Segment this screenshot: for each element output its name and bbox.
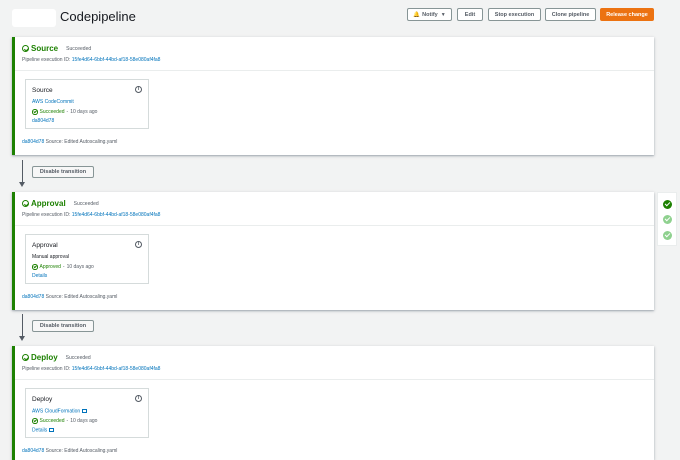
commit-message: Source: Edited Autoscaling.yaml	[45, 294, 118, 300]
action-status: Succeeded	[39, 109, 65, 115]
stage-name: Deploy	[31, 353, 58, 362]
arrow-down-icon	[19, 336, 25, 341]
check-circle-icon	[32, 109, 38, 115]
stage-status: Succeeded	[73, 200, 99, 207]
stop-execution-button[interactable]: Stop execution	[488, 8, 541, 21]
action-time: 10 days ago	[70, 418, 98, 424]
stage-deploy: Deploy Succeeded Pipeline execution ID: …	[12, 346, 654, 460]
stage-nav-deploy-icon[interactable]	[663, 231, 672, 240]
transition-approval-deploy: Disable transition	[12, 314, 122, 342]
check-circle-icon	[22, 45, 29, 52]
edit-button[interactable]: Edit	[457, 8, 483, 21]
commit-id-link[interactable]: da804d78	[22, 294, 44, 300]
page-title: Codepipeline	[60, 9, 136, 24]
commit-row: da804d78 Source: Edited Autoscaling.yaml	[22, 139, 117, 145]
transition-arrow-line	[22, 314, 23, 338]
stage-header: Approval Succeeded Pipeline execution ID…	[15, 192, 654, 226]
commit-id-link[interactable]: da804d78	[22, 448, 44, 454]
notify-button[interactable]: 🔔 Notify ▼	[407, 8, 452, 21]
execution-id-link[interactable]: 15fe4d64-6bbf-44bd-af18-58e080af4fa8	[72, 57, 161, 63]
execution-id-label: Pipeline execution ID:	[22, 366, 71, 372]
commit-message: Source: Edited Autoscaling.yaml	[45, 448, 118, 454]
status-separator: -	[62, 264, 65, 270]
commit-link[interactable]: da804d78	[32, 118, 54, 124]
execution-id-row: Pipeline execution ID: 15fe4d64-6bbf-44b…	[22, 57, 160, 63]
caret-down-icon: ▼	[440, 11, 446, 18]
action-status-row: Succeeded - 10 days ago	[32, 109, 97, 115]
execution-id-link[interactable]: 15fe4d64-6bbf-44bd-af18-58e080af4fa8	[72, 366, 161, 372]
check-circle-icon	[32, 418, 38, 424]
transition-source-approval: Disable transition	[12, 160, 122, 188]
check-circle-icon	[22, 200, 29, 207]
stage-navigator	[657, 192, 677, 246]
action-provider: Manual approval	[32, 254, 69, 260]
action-card-deploy: Deploy i AWS CloudFormation Succeeded - …	[25, 388, 149, 438]
disable-transition-button[interactable]: Disable transition	[32, 166, 94, 178]
execution-id-label: Pipeline execution ID:	[22, 57, 71, 63]
info-icon[interactable]: i	[135, 395, 142, 402]
clone-pipeline-button[interactable]: Clone pipeline	[545, 8, 596, 21]
notify-label: Notify	[422, 11, 438, 18]
release-change-button[interactable]: Release change	[600, 8, 654, 21]
info-icon[interactable]: i	[135, 86, 142, 93]
stage-status: Succeeded	[66, 45, 92, 52]
stage-name: Source	[31, 44, 59, 53]
action-status-row: Succeeded - 10 days ago	[32, 418, 97, 424]
check-circle-icon	[32, 264, 38, 270]
info-icon[interactable]: i	[135, 241, 142, 248]
transition-arrow-line	[22, 160, 23, 184]
bell-icon: 🔔	[413, 11, 421, 18]
stage-title: Source Succeeded	[22, 44, 91, 53]
details-link[interactable]: Details	[32, 273, 47, 279]
stage-nav-source-icon[interactable]	[663, 200, 672, 209]
action-provider-link[interactable]: AWS CloudFormation	[32, 408, 87, 415]
action-time: 10 days ago	[70, 109, 98, 115]
stage-header: Deploy Succeeded Pipeline execution ID: …	[15, 346, 654, 380]
execution-id-row: Pipeline execution ID: 15fe4d64-6bbf-44b…	[22, 212, 160, 218]
stage-status: Succeeded	[65, 354, 91, 361]
action-provider-link[interactable]: AWS CodeCommit	[32, 99, 74, 105]
action-status: Approved	[39, 264, 61, 270]
stage-approval: Approval Succeeded Pipeline execution ID…	[12, 192, 654, 310]
status-separator: -	[66, 109, 69, 115]
action-time: 10 days ago	[66, 264, 94, 270]
execution-id-row: Pipeline execution ID: 15fe4d64-6bbf-44b…	[22, 366, 160, 372]
page-header: Codepipeline 🔔 Notify ▼ Edit Stop executio…	[0, 0, 680, 36]
stage-title: Deploy Succeeded	[22, 353, 91, 362]
commit-id-link[interactable]: da804d78	[22, 139, 44, 145]
details-link[interactable]: Details	[32, 427, 54, 434]
details-label: Details	[32, 427, 48, 434]
commit-row: da804d78 Source: Edited Autoscaling.yaml	[22, 448, 117, 454]
action-card-source: Source i AWS CodeCommit Succeeded - 10 d…	[25, 79, 149, 129]
action-name: Approval	[32, 242, 58, 249]
external-link-icon	[49, 427, 54, 432]
provider-label: AWS CloudFormation	[32, 408, 81, 415]
status-separator: -	[66, 418, 69, 424]
stage-nav-approval-icon[interactable]	[663, 215, 672, 224]
external-link-icon	[82, 408, 87, 413]
disable-transition-button[interactable]: Disable transition	[32, 320, 94, 332]
commit-row: da804d78 Source: Edited Autoscaling.yaml	[22, 294, 117, 300]
action-status-row: Approved - 10 days ago	[32, 264, 94, 270]
check-circle-icon	[22, 354, 29, 361]
action-status: Succeeded	[39, 418, 65, 424]
arrow-down-icon	[19, 182, 25, 187]
stage-source: Source Succeeded Pipeline execution ID: …	[12, 37, 654, 155]
stage-header: Source Succeeded Pipeline execution ID: …	[15, 37, 654, 71]
execution-id-link[interactable]: 15fe4d64-6bbf-44bd-af18-58e080af4fa8	[72, 212, 161, 218]
stage-title: Approval Succeeded	[22, 199, 99, 208]
action-name: Deploy	[32, 396, 53, 403]
commit-message: Source: Edited Autoscaling.yaml	[45, 139, 118, 145]
action-name: Source	[32, 87, 53, 94]
execution-id-label: Pipeline execution ID:	[22, 212, 71, 218]
redacted-title-prefix	[12, 9, 56, 27]
stage-name: Approval	[31, 199, 66, 208]
action-card-approval: Approval i Manual approval Approved - 10…	[25, 234, 149, 284]
